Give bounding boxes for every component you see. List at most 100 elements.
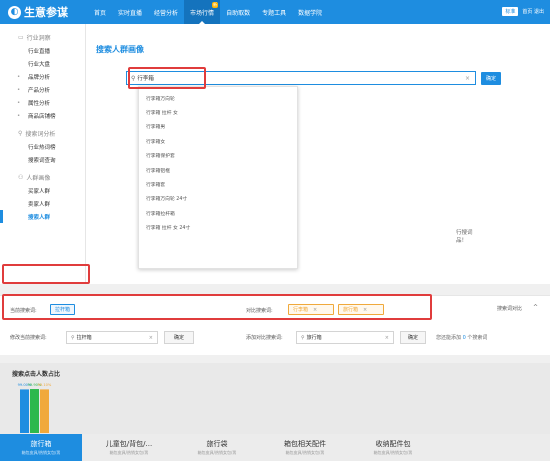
compare-tag-2[interactable]: 旅行箱 ×: [338, 304, 384, 315]
suggestion-dropdown: 行李箱万向轮 行李箱 拉杆 女行李箱男 行李箱女 行李箱保护套 行李箱铝框 行李箱套 行李箱…: [138, 86, 298, 269]
current-term-label: 当前搜索词:: [10, 308, 37, 314]
side-hint: 行搜词 品！: [456, 229, 473, 245]
search-icon: ⚲: [301, 334, 305, 341]
category-name: 旅行袋: [206, 440, 228, 448]
user-links[interactable]: 首页 退出: [522, 8, 544, 15]
monitor-icon: ▭: [18, 33, 24, 41]
category-tab[interactable]: 旅行袋 箱包皮具/热销女包/男: [176, 434, 258, 461]
compare-term-label: 对比搜索词:: [246, 308, 273, 314]
remove-icon[interactable]: ×: [363, 307, 367, 313]
chart-data-label: 99.10%: [38, 383, 52, 387]
chevron-up-icon[interactable]: ^: [533, 304, 538, 311]
clear-icon[interactable]: ×: [149, 335, 153, 341]
people-icon: ⚇: [18, 173, 24, 181]
suggestion-item[interactable]: 行李箱 拉杆 女: [139, 105, 297, 119]
compare-tag-text: 旅行箱: [343, 307, 359, 313]
nav-item[interactable]: 专题工具: [256, 0, 292, 24]
sidebar-group-header: ▭ 行业洞察: [0, 30, 85, 44]
category-name: 儿童包/背包/...: [105, 440, 153, 448]
add-confirm-button[interactable]: 确定: [400, 331, 426, 344]
add-term-label: 添加对比搜索词:: [246, 335, 283, 341]
compare-tag-1[interactable]: 行李箱 ×: [288, 304, 334, 315]
suggestion-item[interactable]: 行李箱铝框: [139, 163, 297, 177]
add-term-value: 旅行箱: [306, 335, 322, 341]
suggestion-item[interactable]: 行李箱保护套: [139, 149, 297, 163]
sidebar-item[interactable]: 卖家人群: [0, 197, 85, 210]
nav-item[interactable]: 实时直播: [112, 0, 148, 24]
logo-text: 生意参谋: [24, 6, 68, 19]
compare-tag-text: 行李箱: [293, 307, 309, 313]
sidebar-item[interactable]: 买家人群: [0, 184, 85, 197]
suggestion-item[interactable]: 行李箱女: [139, 134, 297, 148]
compare-edit-row: 修改当前搜索词: ⚲ 拉杆箱 × 确定 添加对比搜索词: ⚲ 旅行箱 × 确定 …: [0, 331, 550, 347]
suggestion-item[interactable]: 行李箱 拉杆 女 24寸: [139, 221, 297, 235]
side-hint-line: 品！: [456, 238, 468, 244]
top-navigation-bar: ◐ 生意参谋 首页 实时直播 经营分析 市场行情新自助取数 专题工具 数据学院 标准 首页…: [0, 0, 550, 24]
sidebar-group-title: 搜索词分析: [25, 130, 56, 138]
tip-prefix: 您还能添加: [436, 335, 462, 341]
clear-icon[interactable]: ×: [385, 335, 389, 341]
chart-bar: [20, 389, 29, 433]
top-right-area: 标准 首页 退出: [502, 7, 544, 16]
clear-icon[interactable]: ×: [465, 75, 470, 82]
search-input[interactable]: ⚲ 行李箱 ×: [126, 71, 476, 85]
category-tab[interactable]: 旅行箱箱包皮具/热销女包/男: [0, 434, 82, 461]
tip-suffix: 个搜索词: [467, 335, 488, 341]
main-panel: 搜索人群画像 ⚲ 行李箱 × 确定 行李箱万向轮 行李箱 拉杆 女行李箱男 行李箱女…: [86, 24, 550, 284]
main-nav: 首页 实时直播 经营分析 市场行情新自助取数 专题工具 数据学院: [88, 0, 328, 24]
version-badge[interactable]: 标准: [502, 7, 519, 16]
modify-term-value: 拉杆箱: [76, 335, 92, 341]
sidebar-item[interactable]: 搜索词查询: [0, 153, 85, 166]
page-title: 搜索人群画像: [96, 45, 144, 54]
sidebar-group-header: ⚲ 搜索词分析: [0, 126, 85, 140]
search-icon: ⚲: [71, 334, 75, 341]
compare-collapse-label[interactable]: 搜索词对比: [497, 305, 522, 312]
category-name: 旅行箱: [30, 440, 52, 448]
search-icon: ⚲: [131, 74, 136, 82]
add-term-input[interactable]: ⚲ 旅行箱 ×: [296, 331, 394, 344]
category-tab[interactable]: 箱包相关配件 箱包皮具/热销女包/男: [264, 434, 346, 461]
nav-item[interactable]: 经营分析: [148, 0, 184, 24]
suggestion-item[interactable]: 行李箱套: [139, 177, 297, 191]
sidebar-item[interactable]: 搜索人群: [0, 210, 85, 223]
category-tab[interactable]: 儿童包/背包/... 箱包皮具/热销女包/男: [88, 434, 170, 461]
nav-item[interactable]: 首页: [88, 0, 112, 24]
category-subtitle: 箱包皮具/热销女包/男: [21, 450, 61, 455]
side-hint-line: 行搜词: [456, 230, 473, 236]
nav-item[interactable]: 自助取数: [220, 0, 256, 24]
suggestion-item[interactable]: 行李箱拉杆箱: [139, 206, 297, 220]
sidebar-item[interactable]: 行业直播: [0, 44, 85, 57]
category-name: 箱包相关配件: [284, 440, 326, 448]
category-subtitle: 箱包皮具/热销女包/男: [109, 450, 149, 455]
nav-item-label: 数据学院: [298, 9, 323, 17]
category-tab[interactable]: 收纳配件包 箱包皮具/热销女包/男: [352, 434, 434, 461]
search-confirm-button[interactable]: 确定: [481, 72, 501, 85]
add-limit-tip: 您还能添加 0 个搜索词: [436, 334, 487, 341]
suggestion-item[interactable]: 行李箱万向轮 24寸: [139, 192, 297, 206]
nav-item[interactable]: 市场行情新: [184, 0, 221, 24]
sidebar-item[interactable]: 行业大盘: [0, 57, 85, 70]
nav-item-label: 市场行情: [190, 9, 215, 17]
remove-icon[interactable]: ×: [313, 307, 317, 313]
suggestion-item[interactable]: 行李箱男: [139, 120, 297, 134]
sidebar-item[interactable]: 品牌分析: [0, 70, 85, 83]
sidebar-item[interactable]: 产品分析: [0, 83, 85, 96]
chart-bar: [40, 389, 49, 433]
sidebar-item[interactable]: 商品店铺榜: [0, 109, 85, 122]
app-logo[interactable]: ◐ 生意参谋: [0, 4, 88, 20]
sidebar-item[interactable]: 属性分析: [0, 96, 85, 109]
nav-item[interactable]: 数据学院: [292, 0, 328, 24]
category-tabs: 旅行箱 箱包皮具/热销女包/男 儿童包/背包/... 箱包皮具/热销女包/男 旅行袋 箱包…: [0, 434, 550, 461]
sidebar-group-title: 行业洞察: [26, 34, 51, 42]
modify-confirm-button[interactable]: 确定: [164, 331, 194, 344]
tip-count: 0: [462, 335, 466, 341]
sidebar-item[interactable]: 行业热词榜: [0, 140, 85, 153]
current-term-tag[interactable]: 拉杆箱: [50, 304, 76, 315]
sidebar-group-title: 人群画像: [26, 174, 51, 182]
suggestion-item[interactable]: 行李箱万向轮: [139, 91, 297, 105]
modify-term-input[interactable]: ⚲ 拉杆箱 ×: [66, 331, 158, 344]
nav-item-label: 专题工具: [262, 9, 287, 17]
sidebar: ▭行业洞察行业直播行业大盘品牌分析产品分析属性分析商品店铺榜 ⚲搜索词分析行业热词…: [0, 24, 86, 284]
compare-panel: 当前搜索词: 拉杆箱 对比搜索词: 行李箱 × 旅行箱 × 搜索词对比 ^ 修改当前…: [0, 295, 550, 355]
chart-bar: [30, 389, 39, 433]
